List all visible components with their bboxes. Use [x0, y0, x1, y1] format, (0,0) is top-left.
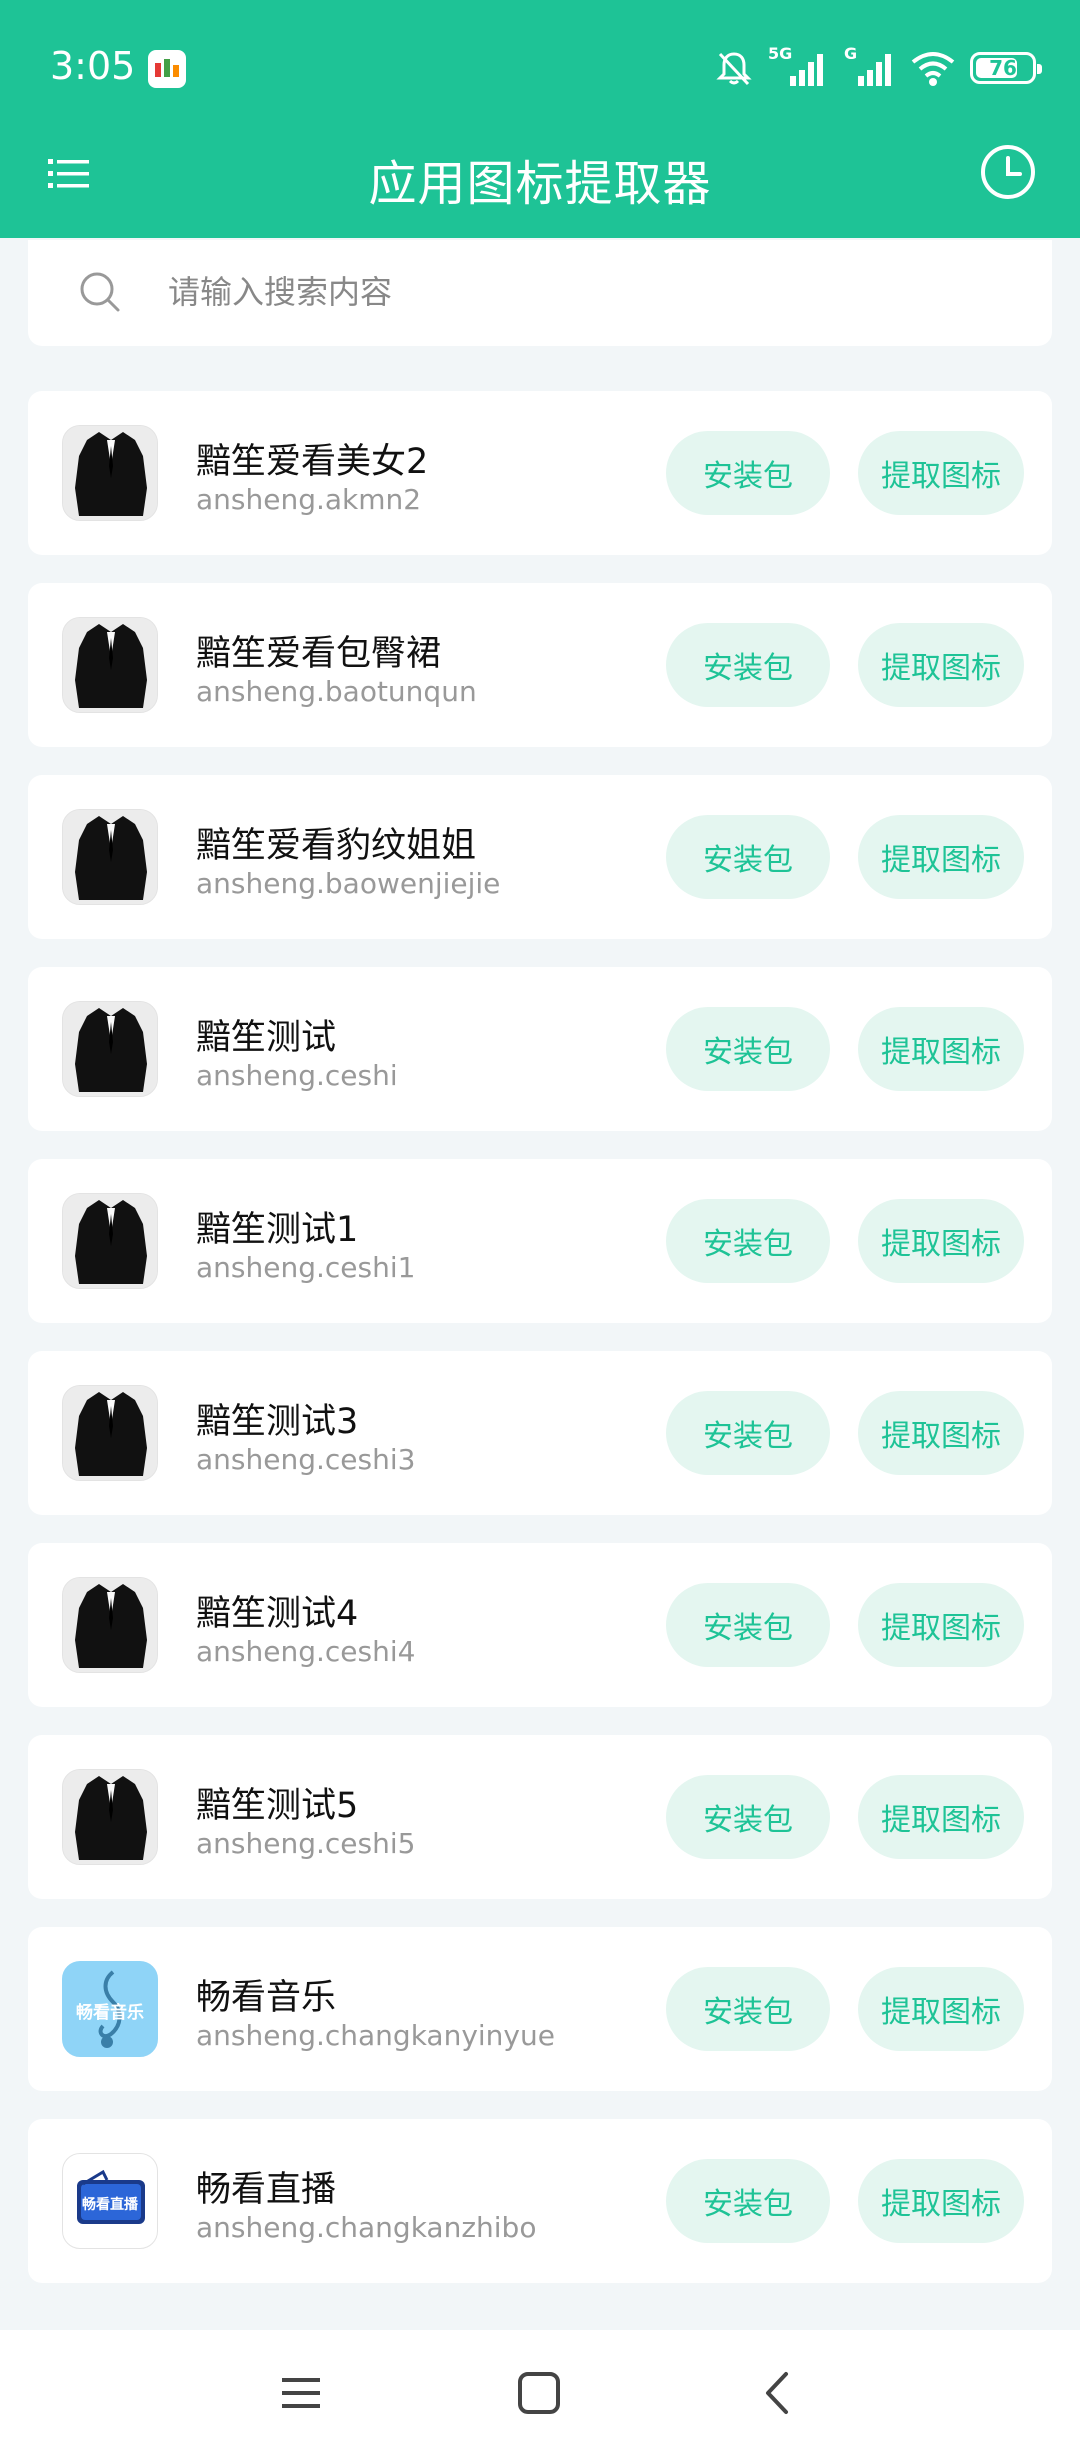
app-name: 黯笙测试5	[196, 1786, 359, 1826]
app-icon	[62, 1385, 158, 1481]
apk-button[interactable]: 安装包	[666, 1583, 830, 1667]
app-icon	[62, 1001, 158, 1097]
apk-button[interactable]: 安装包	[666, 1007, 830, 1091]
app-list-item[interactable]: 黯笙爱看包臀裙 ansheng.baotunqun 安装包 提取图标	[28, 583, 1052, 747]
search-input[interactable]	[168, 262, 1008, 322]
extract-icon-button[interactable]: 提取图标	[858, 1967, 1024, 2051]
app-header: 3:05 5G G 76 应用图标提取器	[0, 0, 1080, 238]
app-name: 黯笙爱看包臀裙	[196, 634, 442, 674]
apk-button[interactable]: 安装包	[666, 2159, 830, 2243]
package-name: ansheng.ceshi	[196, 1059, 398, 1092]
search-bar	[28, 240, 1052, 346]
extract-icon-button[interactable]: 提取图标	[858, 815, 1024, 899]
status-icons: 5G G 76	[714, 44, 1042, 90]
extract-icon-button[interactable]: 提取图标	[858, 431, 1024, 515]
extract-icon-button[interactable]: 提取图标	[858, 623, 1024, 707]
back-icon[interactable]	[756, 2370, 802, 2416]
app-icon-text: 畅看直播	[82, 2197, 138, 2213]
status-time: 3:05	[50, 44, 136, 88]
app-list-item[interactable]: 黯笙测试3 ansheng.ceshi3 安装包 提取图标	[28, 1351, 1052, 1515]
app-icon	[62, 1769, 158, 1865]
app-name: 黯笙爱看美女2	[196, 442, 429, 482]
app-name: 黯笙爱看豹纹姐姐	[196, 826, 477, 866]
battery-icon: 76	[970, 52, 1042, 84]
package-name: ansheng.changkanyinyue	[196, 2019, 555, 2052]
package-name: ansheng.baotunqun	[196, 675, 477, 708]
apk-button[interactable]: 安装包	[666, 1199, 830, 1283]
history-clock-icon[interactable]	[978, 142, 1038, 202]
app-icon-text: 畅看音乐	[76, 2003, 144, 2023]
signal-5g-icon: 5G	[768, 44, 830, 88]
app-list-item[interactable]: 黯笙爱看美女2 ansheng.akmn2 安装包 提取图标	[28, 391, 1052, 555]
recent-apps-icon[interactable]	[278, 2370, 324, 2416]
app-list-item[interactable]: 黯笙测试4 ansheng.ceshi4 安装包 提取图标	[28, 1543, 1052, 1707]
app-icon	[62, 425, 158, 521]
package-name: ansheng.ceshi4	[196, 1635, 416, 1668]
app-name: 黯笙测试1	[196, 1210, 359, 1250]
apk-button[interactable]: 安装包	[666, 431, 830, 515]
apk-button[interactable]: 安装包	[666, 1967, 830, 2051]
app-name: 黯笙测试3	[196, 1402, 359, 1442]
bell-muted-icon	[716, 52, 752, 86]
app-icon	[62, 809, 158, 905]
app-name: 畅看直播	[196, 2170, 337, 2210]
extract-icon-button[interactable]: 提取图标	[858, 1775, 1024, 1859]
app-icon	[62, 1577, 158, 1673]
notification-app-icon	[148, 50, 186, 88]
app-list-item[interactable]: 畅看音乐 畅看音乐 ansheng.changkanyinyue 安装包 提取图…	[28, 1927, 1052, 2091]
package-name: ansheng.changkanzhibo	[196, 2211, 537, 2244]
apk-button[interactable]: 安装包	[666, 815, 830, 899]
app-icon	[62, 1193, 158, 1289]
app-name: 畅看音乐	[196, 1978, 337, 2018]
app-list: 黯笙爱看美女2 ansheng.akmn2 安装包 提取图标 黯笙爱看包臀裙 a…	[28, 391, 1052, 2311]
app-icon: 畅看音乐	[62, 1961, 158, 2057]
package-name: ansheng.ceshi1	[196, 1251, 416, 1284]
search-icon	[80, 272, 120, 312]
extract-icon-button[interactable]: 提取图标	[858, 1583, 1024, 1667]
package-name: ansheng.baowenjiejie	[196, 867, 501, 900]
app-list-item[interactable]: 黯笙测试 ansheng.ceshi 安装包 提取图标	[28, 967, 1052, 1131]
extract-icon-button[interactable]: 提取图标	[858, 1199, 1024, 1283]
app-name: 黯笙测试4	[196, 1594, 359, 1634]
status-bar: 3:05 5G G 76	[0, 0, 1080, 130]
package-name: ansheng.ceshi5	[196, 1827, 416, 1860]
apk-button[interactable]: 安装包	[666, 1391, 830, 1475]
apk-button[interactable]: 安装包	[666, 1775, 830, 1859]
wifi-icon	[911, 52, 955, 86]
home-icon[interactable]	[516, 2370, 562, 2416]
battery-level: 76	[989, 56, 1017, 80]
page-title: 应用图标提取器	[368, 156, 712, 212]
extract-icon-button[interactable]: 提取图标	[858, 1391, 1024, 1475]
package-name: ansheng.akmn2	[196, 483, 422, 516]
app-icon: 畅看直播	[62, 2153, 158, 2249]
app-icon	[62, 617, 158, 713]
app-name: 黯笙测试	[196, 1018, 337, 1058]
apk-button[interactable]: 安装包	[666, 623, 830, 707]
app-list-item[interactable]: 黯笙测试1 ansheng.ceshi1 安装包 提取图标	[28, 1159, 1052, 1323]
extract-icon-button[interactable]: 提取图标	[858, 2159, 1024, 2243]
app-list-item[interactable]: 黯笙测试5 ansheng.ceshi5 安装包 提取图标	[28, 1735, 1052, 1899]
package-name: ansheng.ceshi3	[196, 1443, 416, 1476]
app-list-item[interactable]: 黯笙爱看豹纹姐姐 ansheng.baowenjiejie 安装包 提取图标	[28, 775, 1052, 939]
extract-icon-button[interactable]: 提取图标	[858, 1007, 1024, 1091]
signal-g-icon: G	[844, 44, 896, 88]
toolbar: 应用图标提取器	[0, 130, 1080, 238]
app-list-item[interactable]: 畅看直播 畅看直播 ansheng.changkanzhibo 安装包 提取图标	[28, 2119, 1052, 2283]
system-nav-bar	[0, 2330, 1080, 2460]
